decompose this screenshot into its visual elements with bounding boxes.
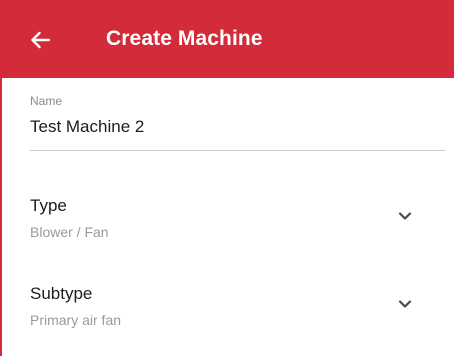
name-field-underline xyxy=(30,150,445,151)
subtype-select[interactable]: Subtype Primary air fan xyxy=(30,284,445,338)
arrow-left-icon xyxy=(31,31,50,49)
type-select-value: Blower / Fan xyxy=(30,224,109,240)
name-input[interactable] xyxy=(30,114,445,140)
type-select-label: Type xyxy=(30,196,67,215)
page-title: Create Machine xyxy=(106,27,263,50)
subtype-select-value: Primary air fan xyxy=(30,312,122,328)
type-select[interactable]: Type Blower / Fan xyxy=(30,196,445,250)
app-bar: Create Machine xyxy=(0,0,454,78)
name-field-label: Name xyxy=(30,94,63,108)
back-button[interactable] xyxy=(22,22,58,58)
subtype-select-label: Subtype xyxy=(30,284,93,303)
name-field[interactable]: Name xyxy=(30,94,445,152)
chevron-down-icon xyxy=(398,300,412,308)
chevron-down-icon xyxy=(398,212,412,220)
